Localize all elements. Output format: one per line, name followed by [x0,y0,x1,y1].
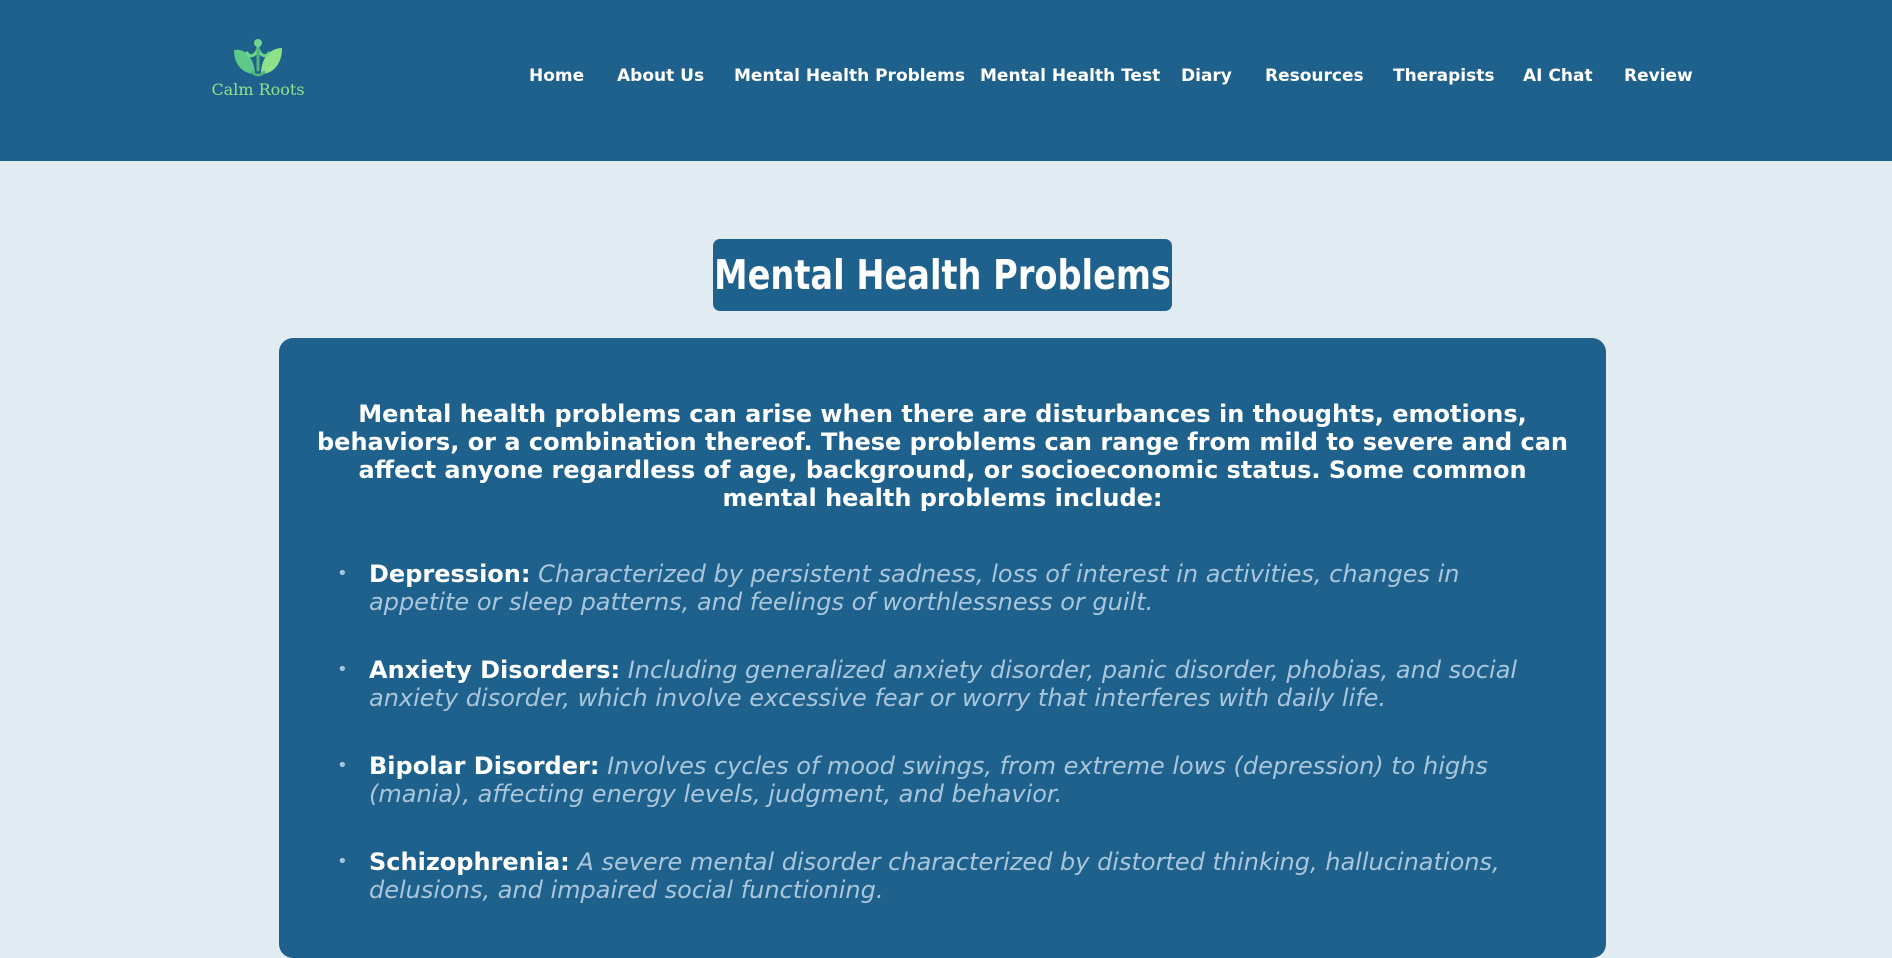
nav-review[interactable]: Review [1624,66,1693,86]
nav-home[interactable]: Home [529,66,584,86]
content-card: Mental health problems can arise when th… [279,338,1606,958]
nav-about-us[interactable]: About Us [617,66,704,86]
problem-term: Depression: [369,560,531,588]
bullet-icon: • [337,851,348,872]
nav-resources[interactable]: Resources [1265,66,1364,86]
nav-ai-chat[interactable]: AI Chat [1523,66,1593,86]
bullet-icon: • [337,755,348,776]
main-nav: Home About Us Mental Health Problems Men… [0,66,1892,88]
problem-term: Schizophrenia: [369,848,570,876]
list-item-depression: • Depression: Characterized by persisten… [337,560,1549,616]
problem-term: Bipolar Disorder: [369,752,600,780]
intro-text: Mental health problems can arise when th… [317,400,1568,512]
page-title: Mental Health Problems [714,251,1171,299]
nav-mental-health-problems[interactable]: Mental Health Problems [734,66,965,86]
nav-diary[interactable]: Diary [1181,66,1232,86]
site-header: Calm Roots Home About Us Mental Health P… [0,0,1892,161]
nav-therapists[interactable]: Therapists [1393,66,1494,86]
list-item-bipolar-disorder: • Bipolar Disorder: Involves cycles of m… [337,752,1549,808]
bullet-icon: • [337,659,348,680]
nav-mental-health-test[interactable]: Mental Health Test [980,66,1160,86]
problem-term: Anxiety Disorders: [369,656,621,684]
list-item-anxiety-disorders: • Anxiety Disorders: Including generaliz… [337,656,1549,712]
problem-description: Characterized by persistent sadness, los… [369,560,1460,616]
bullet-icon: • [337,563,348,584]
list-item-schizophrenia: • Schizophrenia: A severe mental disorde… [337,848,1549,904]
page-title-box: Mental Health Problems [713,239,1172,311]
